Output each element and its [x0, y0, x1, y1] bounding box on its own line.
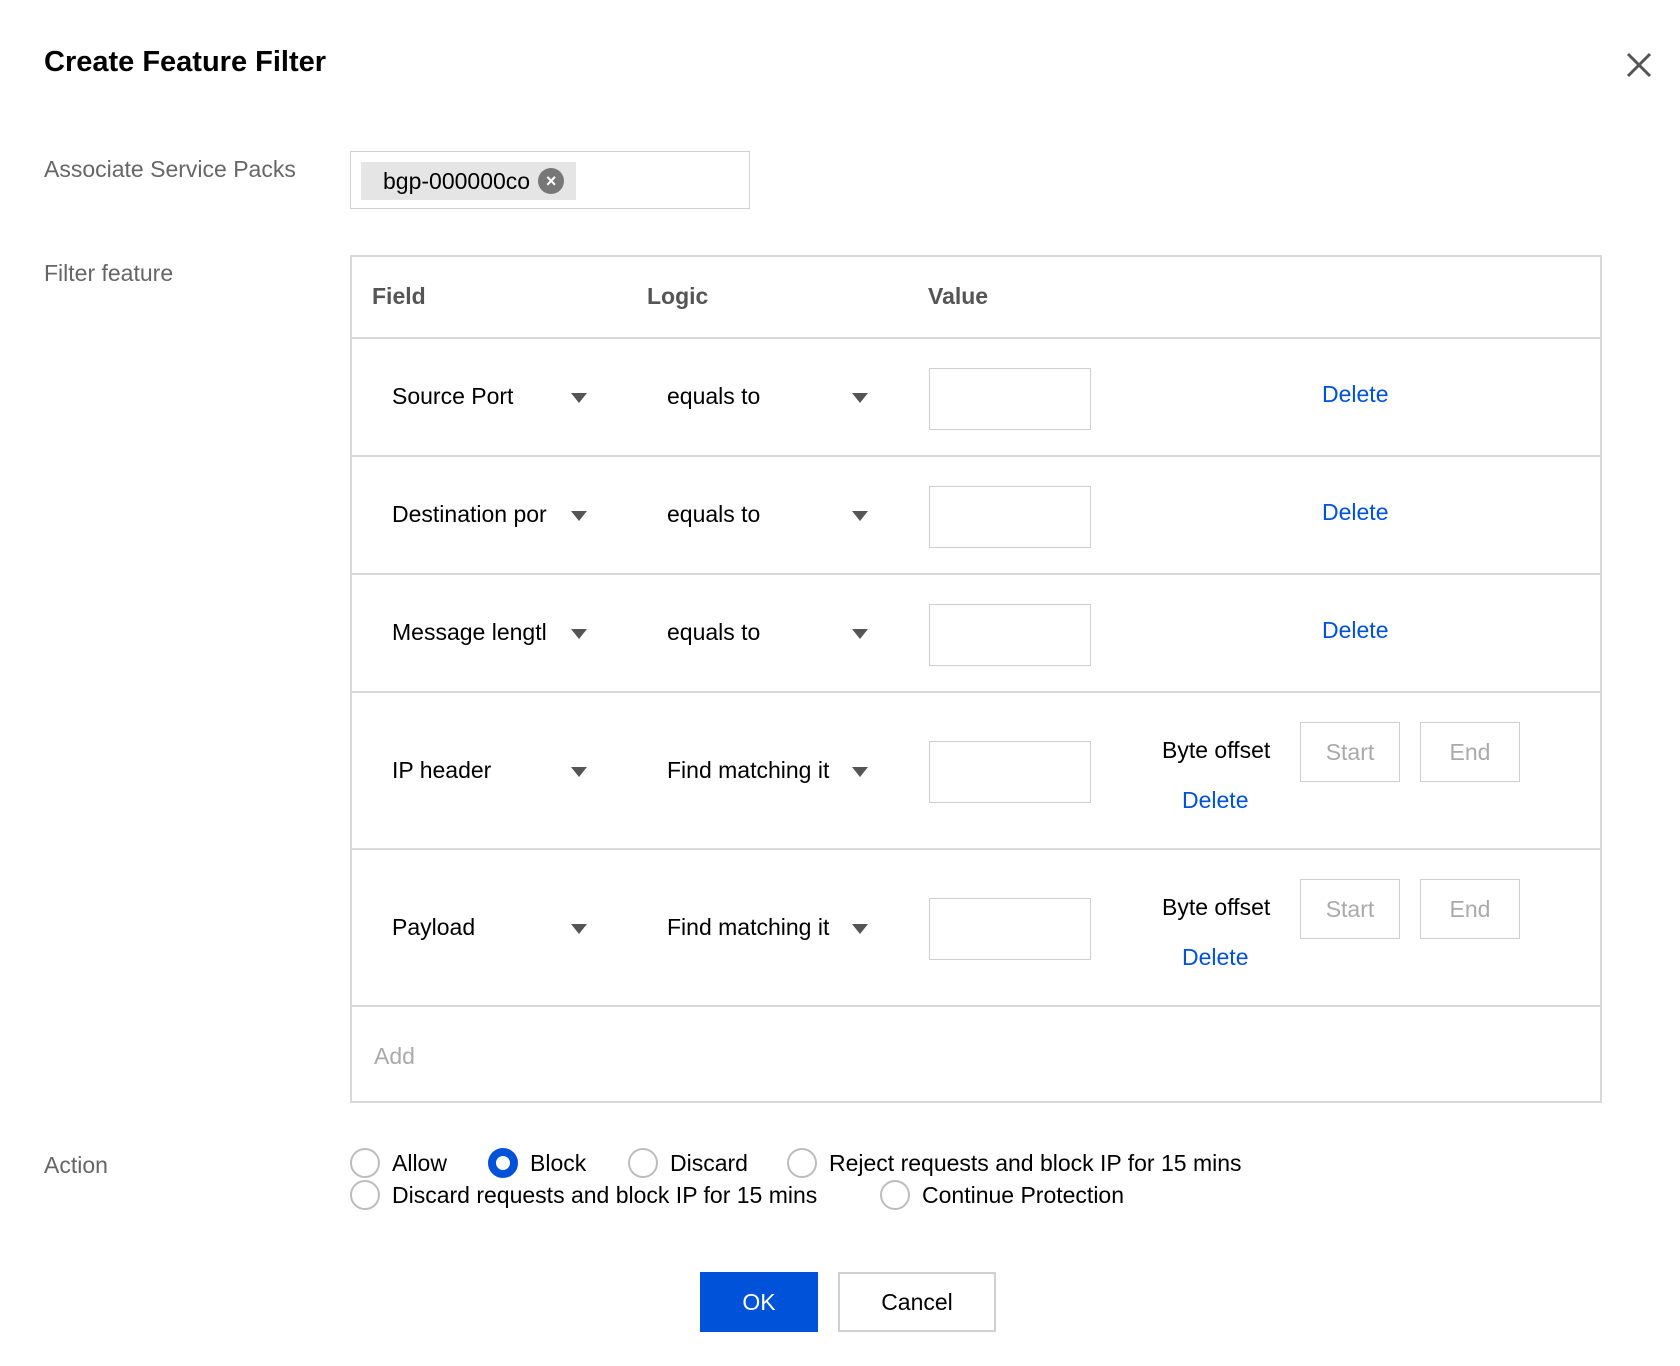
chevron-down-icon[interactable]: [571, 924, 587, 934]
byte-offset-label: Byte offset: [1162, 737, 1271, 763]
filter-feature-label: Filter feature: [44, 260, 174, 286]
field-select[interactable]: Payload: [392, 914, 557, 941]
radio-label: Reject requests and block IP for 15 mins: [829, 1149, 1242, 1176]
header-logic: Logic: [647, 283, 709, 309]
byte-offset-end-input[interactable]: End: [1420, 879, 1520, 939]
chevron-down-icon[interactable]: [571, 629, 587, 639]
chevron-down-icon[interactable]: [852, 924, 868, 934]
ok-button[interactable]: OK: [700, 1272, 818, 1332]
byte-offset-start-input[interactable]: Start: [1300, 722, 1400, 782]
radio-label: Block: [530, 1149, 587, 1176]
radio-continue-protection[interactable]: Continue Protection: [880, 1180, 1124, 1210]
value-input[interactable]: [929, 604, 1091, 666]
value-input[interactable]: [929, 741, 1091, 803]
radio-circle: [880, 1180, 910, 1210]
byte-offset-end-input[interactable]: End: [1420, 722, 1520, 782]
cancel-button[interactable]: Cancel: [838, 1272, 996, 1332]
chevron-down-icon[interactable]: [852, 767, 868, 777]
close-icon[interactable]: [1622, 48, 1656, 82]
table-row: Payload Find matching it Byte offset Sta…: [352, 850, 1600, 1007]
logic-select[interactable]: Find matching it: [667, 757, 847, 784]
radio-circle: [350, 1180, 380, 1210]
logic-select[interactable]: equals to: [667, 501, 847, 528]
field-select[interactable]: IP header: [392, 757, 557, 784]
service-pack-tag: bgp-000000co ×: [361, 162, 577, 200]
table-row: Source Port equals to Delete: [352, 339, 1600, 457]
filter-table-header: Field Logic Value: [352, 257, 1600, 339]
delete-link[interactable]: Delete: [1322, 499, 1388, 526]
radio-label: Discard requests and block IP for 15 min…: [392, 1181, 818, 1208]
header-field: Field: [372, 283, 426, 309]
value-input[interactable]: [929, 898, 1091, 960]
value-input[interactable]: [929, 368, 1091, 430]
radio-circle: [628, 1148, 658, 1178]
chevron-down-icon[interactable]: [852, 629, 868, 639]
radio-label: Discard: [670, 1149, 748, 1176]
service-pack-tag-label: bgp-000000co: [383, 167, 531, 194]
value-input[interactable]: [929, 486, 1091, 548]
add-row-link[interactable]: Add: [374, 1043, 415, 1070]
header-value: Value: [928, 283, 989, 309]
byte-offset-start-input[interactable]: Start: [1300, 879, 1400, 939]
action-label: Action: [44, 1152, 108, 1178]
radio-label: Allow: [392, 1149, 447, 1176]
chevron-down-icon[interactable]: [852, 393, 868, 403]
chevron-down-icon[interactable]: [571, 393, 587, 403]
delete-link[interactable]: Delete: [1322, 381, 1388, 408]
field-select[interactable]: Source Port: [392, 383, 557, 410]
radio-circle: [350, 1148, 380, 1178]
radio-block[interactable]: Block: [488, 1148, 586, 1178]
table-row: IP header Find matching it Byte offset S…: [352, 693, 1600, 850]
radio-allow[interactable]: Allow: [350, 1148, 447, 1178]
field-select[interactable]: Message lengtl: [392, 619, 557, 646]
radio-label: Continue Protection: [922, 1181, 1125, 1208]
radio-reject-block-ip[interactable]: Reject requests and block IP for 15 mins: [787, 1148, 1242, 1178]
byte-offset-label: Byte offset: [1162, 894, 1271, 920]
delete-link[interactable]: Delete: [1182, 787, 1248, 814]
chevron-down-icon[interactable]: [571, 511, 587, 521]
radio-discard[interactable]: Discard: [628, 1148, 748, 1178]
logic-select[interactable]: equals to: [667, 619, 847, 646]
create-feature-filter-dialog: Create Feature Filter Associate Service …: [0, 0, 1680, 1366]
delete-link[interactable]: Delete: [1182, 944, 1248, 971]
service-packs-label: Associate Service Packs: [44, 156, 296, 182]
chevron-down-icon[interactable]: [852, 511, 868, 521]
logic-select[interactable]: Find matching it: [667, 914, 847, 941]
field-select[interactable]: Destination por: [392, 501, 557, 528]
dialog-title: Create Feature Filter: [44, 46, 327, 78]
remove-tag-icon[interactable]: ×: [538, 168, 565, 194]
radio-discard-block-ip[interactable]: Discard requests and block IP for 15 min…: [350, 1180, 817, 1210]
radio-circle: [488, 1148, 518, 1178]
table-row: Message lengtl equals to Delete: [352, 575, 1600, 693]
filter-table: Field Logic Value Source Port equals to …: [350, 255, 1602, 1103]
chevron-down-icon[interactable]: [571, 767, 587, 777]
table-row: Destination por equals to Delete: [352, 457, 1600, 575]
logic-select[interactable]: equals to: [667, 383, 847, 410]
delete-link[interactable]: Delete: [1322, 617, 1388, 644]
radio-circle: [787, 1148, 817, 1178]
service-packs-input[interactable]: bgp-000000co ×: [350, 151, 750, 209]
